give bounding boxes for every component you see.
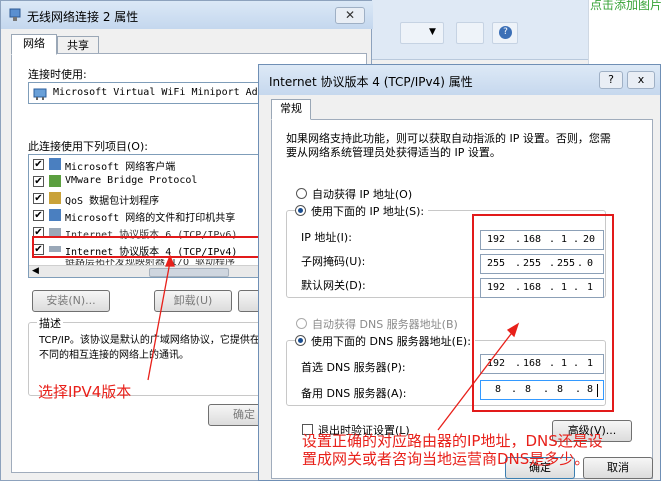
arrow-to-ipv4 xyxy=(147,254,175,381)
tab-general[interactable]: 常规 xyxy=(271,99,311,120)
annotation-select-ipv4: 选择IPV4版本 xyxy=(38,383,132,401)
tab-network[interactable]: 网络 xyxy=(11,34,57,55)
annotation-ip-dns-line2: 置成网关或者咨询当地运营商DNS是多少。 xyxy=(302,450,590,468)
annotation-arrows xyxy=(147,254,520,431)
arrow-to-dns xyxy=(437,322,520,431)
